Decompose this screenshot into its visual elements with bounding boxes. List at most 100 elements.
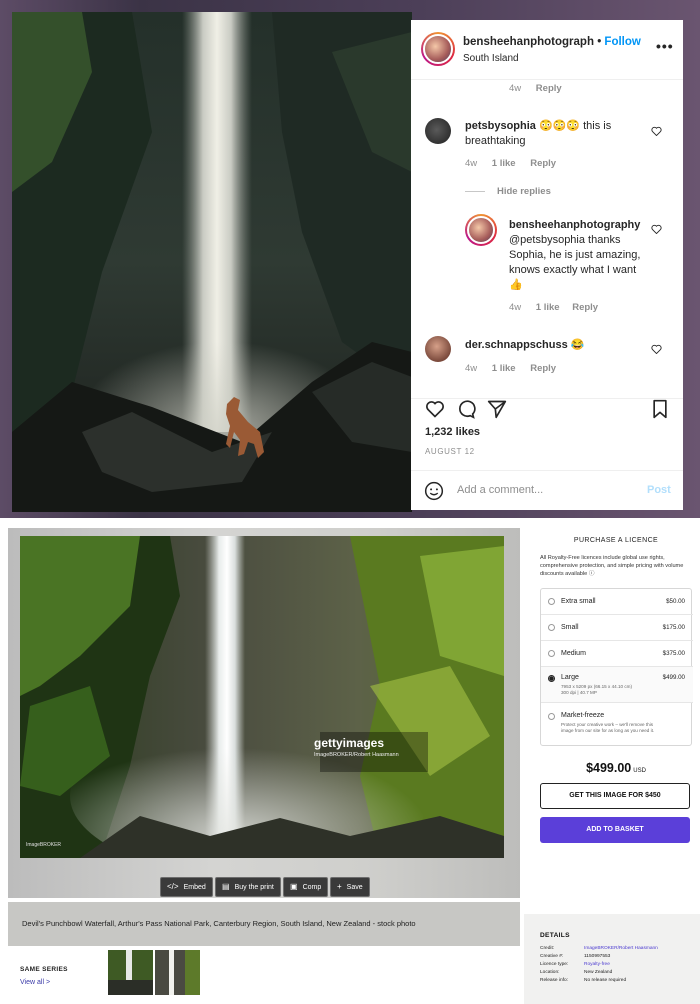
follow-button[interactable]: Follow: [604, 36, 640, 48]
reply-button[interactable]: Reply: [530, 158, 556, 169]
size-price: $499.00: [662, 674, 685, 681]
comment-icon[interactable]: [456, 399, 476, 419]
commenter-avatar[interactable]: [425, 336, 451, 362]
save-bookmark-icon[interactable]: [651, 399, 669, 419]
add-comment-bar: Add a comment... Post: [411, 470, 683, 510]
buy-print-button[interactable]: ▤ Buy the print: [215, 877, 281, 897]
comment-meta: 4w 1 like Reply: [465, 158, 556, 169]
instagram-post-screenshot: bensheehanphotograph • Follow South Isla…: [0, 0, 700, 518]
total-amount: $499.00: [586, 761, 632, 775]
comp-label: Comp: [302, 884, 322, 891]
size-option-small[interactable]: Small $175.00: [541, 615, 693, 641]
radio-button[interactable]: [548, 650, 555, 657]
comment-likes[interactable]: 1 like: [492, 363, 516, 374]
comment-age: 4w: [465, 363, 478, 374]
post-location[interactable]: South Island: [463, 53, 519, 64]
credit-link[interactable]: ImageBROKER/Robert Haasmann: [584, 946, 658, 951]
buy-print-label: Buy the print: [234, 884, 274, 891]
radio-button[interactable]: [548, 624, 555, 631]
print-icon: ▤: [222, 882, 230, 891]
details-title: DETAILS: [540, 932, 570, 939]
author-line: bensheehanphotograph • Follow: [463, 36, 641, 48]
comment-likes[interactable]: 1 like: [492, 158, 516, 169]
comment-likes[interactable]: 1 like: [536, 302, 560, 313]
licence-type-link[interactable]: Royalty-free: [584, 962, 610, 967]
radio-button[interactable]: [548, 598, 555, 605]
post-actions: [411, 398, 683, 422]
reply-button[interactable]: Reply: [572, 302, 598, 313]
detail-label: Location:: [540, 970, 560, 975]
add-comment-input[interactable]: Add a comment...: [457, 484, 543, 496]
more-options-icon[interactable]: •••: [656, 38, 674, 54]
radio-button[interactable]: [548, 713, 555, 720]
size-option-medium[interactable]: Medium $375.00: [541, 641, 693, 667]
get-image-button[interactable]: GET THIS IMAGE FOR $450: [540, 783, 690, 809]
reply-button[interactable]: Reply: [536, 83, 562, 94]
reply-avatar[interactable]: [465, 214, 497, 246]
getty-images-page-screenshot: gettyimages ImageBROKER/Robert Haasmann …: [0, 518, 700, 1004]
save-button[interactable]: + Save: [330, 877, 370, 897]
detail-label: Licence type:: [540, 962, 569, 967]
detail-label: Release info:: [540, 978, 568, 983]
likes-count[interactable]: 1,232 likes: [425, 426, 480, 438]
reply-body: bensheehanphotography @petsbysophia than…: [509, 218, 651, 293]
like-comment-icon[interactable]: [651, 344, 662, 354]
emoji-icon[interactable]: [424, 481, 444, 501]
series-thumbnail[interactable]: [108, 950, 153, 995]
like-icon[interactable]: [425, 399, 445, 419]
size-price: $50.00: [666, 598, 685, 605]
plus-icon: +: [337, 882, 342, 891]
size-option-large[interactable]: Large $499.00 7953 x 5209 px (66.15 x 44…: [541, 667, 693, 703]
watermark-credit: ImageBROKER/Robert Haasmann: [314, 752, 399, 758]
hide-replies-label: Hide replies: [497, 186, 551, 197]
reply-username[interactable]: bensheehanphotography: [509, 219, 640, 231]
caption-band: Devil's Punchbowl Waterfall, Arthur's Pa…: [8, 902, 520, 946]
radio-button-selected[interactable]: [548, 675, 555, 682]
detail-label: Creative #:: [540, 954, 564, 959]
comp-icon: ▣: [290, 882, 298, 891]
hide-replies-line: [465, 191, 485, 192]
comment-age: 4w: [509, 83, 522, 94]
series-thumbnail[interactable]: [155, 950, 200, 995]
waterfall-photo-with-dog: [12, 12, 412, 512]
image-viewer: gettyimages ImageBROKER/Robert Haasmann …: [8, 528, 520, 898]
size-name: Small: [561, 624, 579, 631]
author-avatar[interactable]: [421, 32, 455, 66]
reply-meta: 4w 1 like Reply: [509, 302, 598, 313]
comment-age: 4w: [465, 158, 478, 169]
comment-body: petsbysophia 😳😳😳 this is breathtaking: [465, 119, 645, 149]
reply-button[interactable]: Reply: [530, 363, 556, 374]
save-label: Save: [346, 884, 363, 891]
option-market-freeze[interactable]: Market-freeze Protect your creative work…: [541, 703, 693, 745]
corner-credit: ImageBROKER: [26, 842, 62, 848]
size-name: Extra small: [561, 598, 596, 605]
like-comment-icon[interactable]: [651, 126, 662, 136]
commenter-avatar[interactable]: [425, 118, 451, 144]
size-option-extra-small[interactable]: Extra small $50.00: [541, 589, 693, 615]
like-comment-icon[interactable]: [651, 224, 662, 234]
hide-replies-button[interactable]: Hide replies: [497, 186, 551, 197]
image-caption: Devil's Punchbowl Waterfall, Arthur's Pa…: [22, 919, 416, 928]
total-price: $499.00 USD: [532, 759, 700, 777]
purchase-description: All Royalty-Free licences include global…: [540, 555, 684, 577]
share-icon[interactable]: [487, 399, 507, 419]
creative-number: 1150997553: [584, 954, 611, 959]
same-series-heading: SAME SERIES: [20, 966, 68, 973]
comment-body: der.schnappschuss 😂: [465, 338, 645, 353]
view-all-link[interactable]: View all >: [20, 979, 50, 986]
option-name: Market-freeze: [561, 712, 605, 719]
add-to-basket-button[interactable]: ADD TO BASKET: [540, 817, 690, 843]
location-value: New Zealand: [584, 970, 613, 975]
purchase-title: PURCHASE A LICENCE: [573, 537, 659, 544]
post-comment-button[interactable]: Post: [647, 484, 671, 496]
embed-button[interactable]: </> Embed: [160, 877, 213, 897]
post-photo[interactable]: [12, 12, 412, 512]
comment-username[interactable]: petsbysophia: [465, 120, 536, 132]
comp-button[interactable]: ▣ Comp: [283, 877, 329, 897]
stock-photo[interactable]: gettyimages ImageBROKER/Robert Haasmann …: [20, 536, 504, 858]
author-username[interactable]: bensheehanphotograph: [463, 36, 594, 48]
comment-username[interactable]: der.schnappschuss: [465, 339, 568, 351]
post-header: bensheehanphotograph • Follow South Isla…: [411, 20, 683, 80]
post-side-panel: bensheehanphotograph • Follow South Isla…: [411, 20, 683, 510]
size-price: $375.00: [662, 650, 685, 657]
